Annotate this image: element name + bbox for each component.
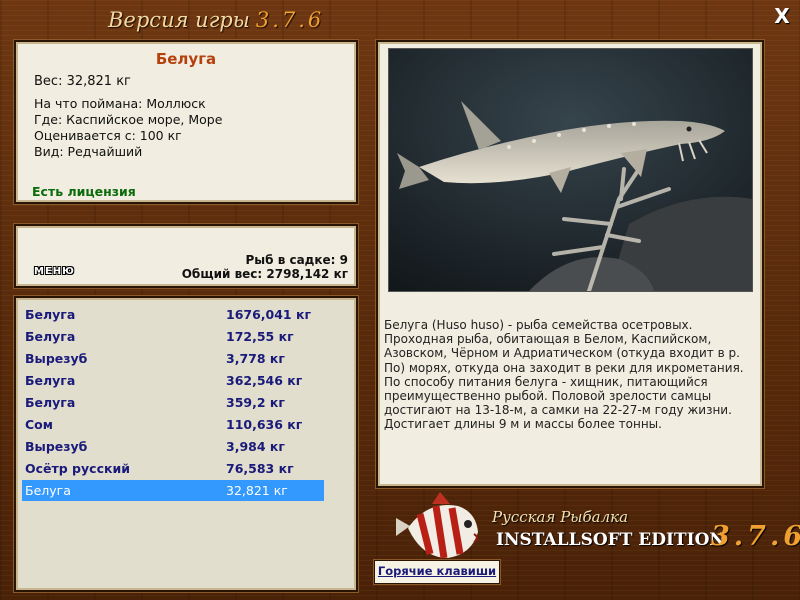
list-item-name: Белуга (25, 483, 71, 498)
list-item[interactable]: Вырезуб 3,984 кг (22, 436, 324, 457)
list-item-weight: 3,984 кг (226, 439, 285, 454)
brand-name: Русская Рыбалка (492, 508, 629, 526)
title-text: Версия игры (108, 8, 250, 32)
window-title: Версия игры 3.7.6 (108, 8, 324, 32)
list-item[interactable]: Белуга 1676,041 кг (22, 304, 324, 325)
list-item-name: Белуга (25, 329, 76, 344)
list-item-weight: 110,636 кг (226, 417, 303, 432)
list-item-selected[interactable]: Белуга 32,821 кг (22, 480, 324, 501)
catch-list: Белуга 1676,041 кг Белуга 172,55 кг Вырезу… (14, 296, 358, 592)
brand-edition: INSTALLSOFT EDITION (496, 530, 725, 550)
fish-description: Белуга (Huso huso) - рыба семейства осет… (384, 318, 744, 432)
bait-info: На что поймана: Моллюск (34, 96, 206, 111)
fish-info-panel: Белуга Вес: 32,821 кг На что поймана: Мо… (14, 40, 358, 204)
list-item[interactable]: Белуга 362,546 кг (22, 370, 324, 391)
list-item[interactable]: Белуга 359,2 кг (22, 392, 324, 413)
keepnet-count: Рыб в садке: 9 (245, 253, 349, 267)
species-info: Вид: Редчайший (34, 144, 143, 159)
list-item-name: Сом (25, 417, 53, 432)
hotkeys-button[interactable]: Горячие клавиши (374, 560, 500, 584)
valuation-info: Оценивается с: 100 кг (34, 128, 182, 143)
keepnet-panel: МЕНЮ Рыб в садке: 9 Общий вес: 2798,142 … (14, 224, 358, 288)
list-item-weight: 3,778 кг (226, 351, 285, 366)
list-item[interactable]: Осётр русский 76,583 кг (22, 458, 324, 479)
fish-name: Белуга (155, 50, 217, 68)
list-item[interactable]: Белуга 172,55 кг (22, 326, 324, 347)
location-info: Где: Каспийское море, Море (34, 112, 223, 127)
list-item-name: Вырезуб (25, 439, 88, 454)
list-item-weight: 172,55 кг (226, 329, 294, 344)
list-item[interactable]: Сом 110,636 кг (22, 414, 324, 435)
list-item-weight: 76,583 кг (226, 461, 294, 476)
list-item-name: Вырезуб (25, 351, 88, 366)
list-item-weight: 32,821 кг (226, 483, 288, 498)
close-button[interactable]: X (770, 4, 794, 28)
list-item-name: Белуга (25, 307, 76, 322)
list-item-name: Осётр русский (25, 461, 130, 476)
list-item-name: Белуга (25, 395, 76, 410)
list-item-weight: 362,546 кг (226, 373, 303, 388)
list-item-name: Белуга (25, 373, 76, 388)
title-version: 3.7.6 (255, 8, 325, 32)
fish-photo (388, 48, 753, 292)
fish-logo-icon (388, 488, 484, 568)
license-status: Есть лицензия (32, 184, 136, 199)
keepnet-total-weight: Общий вес: 2798,142 кг (181, 267, 348, 281)
list-item-weight: 359,2 кг (226, 395, 285, 410)
menu-button[interactable]: МЕНЮ (34, 266, 75, 277)
list-item[interactable]: Вырезуб 3,778 кг (22, 348, 324, 369)
fish-weight: Вес: 32,821 кг (34, 74, 131, 89)
fish-details-panel: Белуга (Huso huso) - рыба семейства осет… (376, 40, 764, 488)
brand-version: 3.7.6 (711, 521, 800, 552)
list-item-weight: 1676,041 кг (226, 307, 311, 322)
